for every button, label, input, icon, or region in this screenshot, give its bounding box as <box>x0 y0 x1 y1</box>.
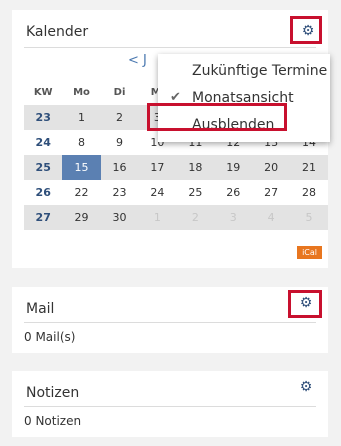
week-number[interactable]: 23 <box>24 105 63 130</box>
calendar-day[interactable]: 9 <box>100 130 139 155</box>
mail-panel: Mail ⚙ 0 Mail(s) <box>12 287 328 353</box>
calendar-panel: Kalender ⚙ < J KW Mo Di Mi Do Fr Sa So 2… <box>12 10 330 268</box>
calendar-day[interactable]: 18 <box>176 155 215 180</box>
week-number[interactable]: 25 <box>24 155 63 180</box>
calendar-title: Kalender <box>26 24 89 40</box>
calendar-day[interactable]: 8 <box>62 130 101 155</box>
calendar-week-row: 26 22 23 24 25 26 27 28 <box>24 180 328 205</box>
calendar-week-row: 27 29 30 1 2 3 4 5 <box>24 205 328 230</box>
calendar-day[interactable]: 26 <box>214 180 253 205</box>
menu-item-future-appointments[interactable]: Zukünftige Termine <box>158 58 330 84</box>
calendar-day[interactable]: 24 <box>138 180 177 205</box>
calendar-day-next-month[interactable]: 1 <box>138 205 177 230</box>
calendar-settings-highlight <box>290 16 322 44</box>
week-number[interactable]: 26 <box>24 180 63 205</box>
ical-export-button[interactable]: iCal <box>297 246 322 259</box>
hide-option-highlight <box>147 103 287 131</box>
weekday-header: Di <box>113 87 126 98</box>
week-number[interactable]: 27 <box>24 205 63 230</box>
mail-count: 0 Mail(s) <box>24 330 76 344</box>
week-number[interactable]: 24 <box>24 130 63 155</box>
notes-settings-gear-icon[interactable]: ⚙ <box>298 379 314 395</box>
calendar-title-divider <box>24 47 316 48</box>
calendar-day[interactable]: 16 <box>100 155 139 180</box>
notes-title-divider <box>24 406 316 407</box>
calendar-day[interactable]: 28 <box>290 180 328 205</box>
calendar-day-today[interactable]: 15 <box>62 155 101 180</box>
calendar-day[interactable]: 29 <box>62 205 101 230</box>
notes-panel: Notizen ⚙ 0 Notizen <box>12 371 328 437</box>
mail-settings-highlight <box>288 290 322 318</box>
calendar-day[interactable]: 25 <box>176 180 215 205</box>
previous-month-link[interactable]: < J <box>128 53 147 68</box>
calendar-day[interactable]: 30 <box>100 205 139 230</box>
mail-title: Mail <box>26 301 55 317</box>
calendar-day[interactable]: 1 <box>62 105 101 130</box>
calendar-day[interactable]: 27 <box>252 180 291 205</box>
notes-title: Notizen <box>26 385 80 401</box>
notes-count: 0 Notizen <box>24 414 82 428</box>
calendar-day[interactable]: 22 <box>62 180 101 205</box>
calendar-day-next-month[interactable]: 4 <box>252 205 291 230</box>
calendar-day-next-month[interactable]: 5 <box>290 205 328 230</box>
calendar-day-next-month[interactable]: 3 <box>214 205 253 230</box>
weekday-header: Mo <box>73 87 90 98</box>
calendar-day[interactable]: 20 <box>252 155 291 180</box>
calendar-week-row: 25 15 16 17 18 19 20 21 <box>24 155 328 180</box>
calendar-day[interactable]: 17 <box>138 155 177 180</box>
kw-header: KW <box>33 87 53 98</box>
calendar-day[interactable]: 2 <box>100 105 139 130</box>
calendar-day[interactable]: 23 <box>100 180 139 205</box>
calendar-day-next-month[interactable]: 2 <box>176 205 215 230</box>
calendar-day[interactable]: 19 <box>214 155 253 180</box>
menu-item-label: Zukünftige Termine <box>192 63 328 79</box>
mail-title-divider <box>24 322 316 323</box>
calendar-day[interactable]: 21 <box>290 155 328 180</box>
